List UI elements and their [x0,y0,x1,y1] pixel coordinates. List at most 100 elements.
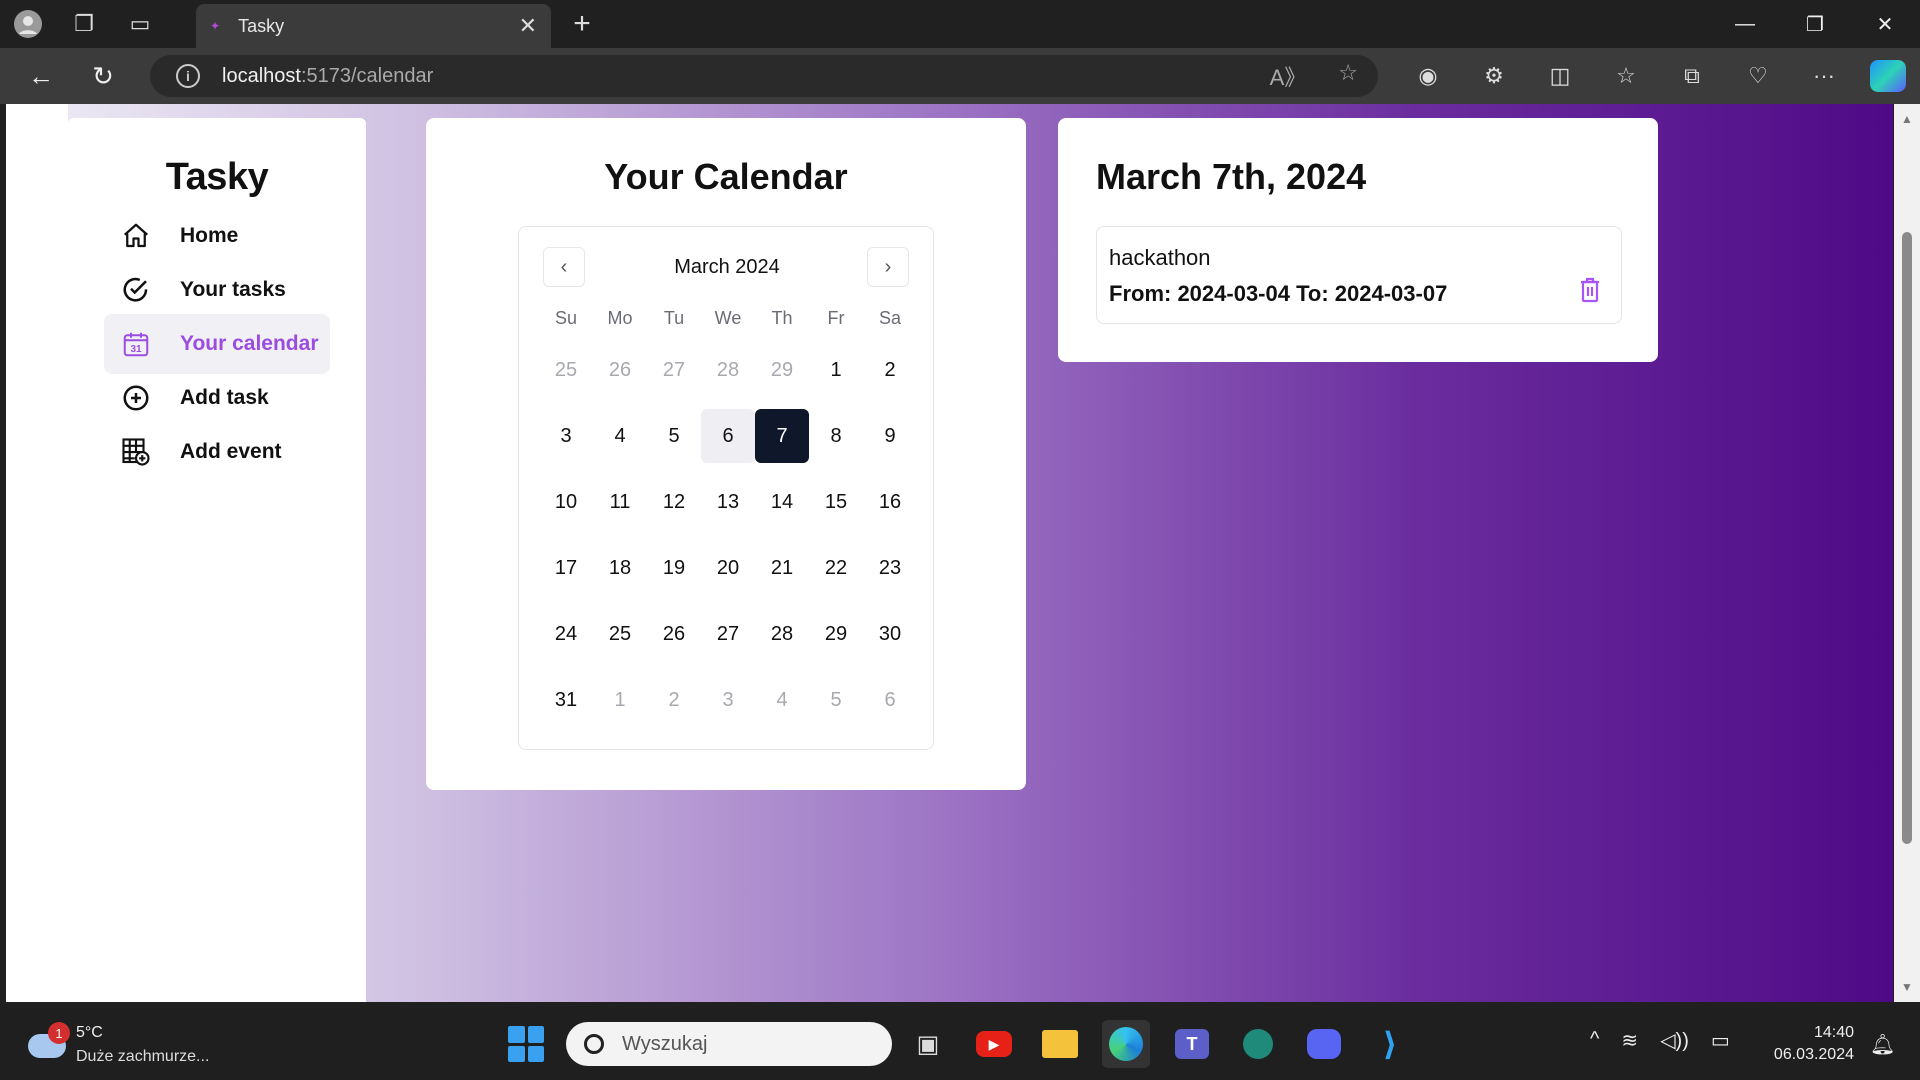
calendar-day[interactable]: 5 [647,409,701,463]
calendar-day[interactable]: 6 [701,409,755,463]
home-icon [120,220,152,252]
calendar-day[interactable]: 13 [701,475,755,529]
restore-icon[interactable]: ❐ [1780,0,1850,48]
battery-icon[interactable]: ▭ [1711,1028,1730,1053]
calendar-day[interactable]: 5 [809,673,863,727]
app-icon[interactable] [1234,1020,1282,1068]
calendar-day[interactable]: 8 [809,409,863,463]
calendar-day[interactable]: 19 [647,541,701,595]
calendar-day[interactable]: 17 [539,541,593,595]
close-tab-icon[interactable]: ✕ [519,13,537,39]
sidebar-item-your-tasks[interactable]: Your tasks [104,260,330,320]
calendar-day[interactable]: 30 [863,607,917,661]
calendar-day[interactable]: 7 [755,409,809,463]
scroll-down-icon[interactable]: ▼ [1900,980,1914,994]
reload-icon[interactable]: ↻ [72,48,134,104]
taskbar-clock[interactable]: 14:40 06.03.2024 [1764,1022,1854,1066]
clock-time: 14:40 [1813,1024,1854,1041]
calendar-day[interactable]: 21 [755,541,809,595]
calendar-day[interactable]: 2 [863,343,917,397]
browser-tab[interactable]: ✦ Tasky ✕ [196,4,551,48]
weather-widget[interactable]: 1 5°C Duże zachmurze... [24,1020,244,1070]
calendar-day[interactable]: 15 [809,475,863,529]
file-explorer-icon[interactable] [1036,1020,1084,1068]
back-icon[interactable]: ← [10,48,72,104]
site-info-icon[interactable]: i [176,64,200,88]
page-scrollbar[interactable]: ▲ ▼ [1894,104,1920,1002]
calendar-day[interactable]: 29 [809,607,863,661]
extension-icon[interactable]: ◉ [1395,63,1461,89]
event-item: hackathon From: 2024-03-04 To: 2024-03-0… [1096,226,1622,324]
youtube-icon[interactable]: ▶ [970,1020,1018,1068]
address-bar[interactable]: i localhost :5173/calendar A》 ☆ [150,55,1378,97]
calendar-day[interactable]: 27 [701,607,755,661]
close-window-icon[interactable]: ✕ [1850,0,1920,48]
task-view-icon[interactable]: ▣ [904,1020,952,1068]
page-left-strip [6,104,68,1002]
calendar-day[interactable]: 23 [863,541,917,595]
calendar-day[interactable]: 4 [755,673,809,727]
scroll-up-icon[interactable]: ▲ [1900,112,1914,126]
wifi-icon[interactable]: ≋ [1621,1028,1638,1053]
profile-icon[interactable] [0,0,56,48]
teams-icon[interactable]: T [1168,1020,1216,1068]
calendar-day[interactable]: 12 [647,475,701,529]
taskbar-search[interactable]: Wyszukaj [566,1022,892,1066]
calendar-day[interactable]: 27 [647,343,701,397]
calendar-day[interactable]: 22 [809,541,863,595]
calendar-day[interactable]: 11 [593,475,647,529]
discord-icon[interactable] [1300,1020,1348,1068]
calendar-day[interactable]: 1 [809,343,863,397]
calendar-day[interactable]: 25 [539,343,593,397]
calendar-day[interactable]: 25 [593,607,647,661]
next-month-button[interactable]: › [867,247,909,287]
calendar-day[interactable]: 16 [863,475,917,529]
calendar-day[interactable]: 26 [593,343,647,397]
calendar-day[interactable]: 20 [701,541,755,595]
calendar-day[interactable]: 1 [593,673,647,727]
calendar-day[interactable]: 14 [755,475,809,529]
volume-icon[interactable]: ◁)) [1660,1028,1689,1053]
start-button[interactable] [508,1026,544,1062]
edge-icon[interactable] [1102,1020,1150,1068]
taskbar-apps: ▣ ▶ T ⟩ [904,1020,1414,1068]
sidebar-item-add-task[interactable]: Add task [104,368,330,428]
read-aloud-icon[interactable]: A》 [1270,60,1307,92]
calendar-day[interactable]: 29 [755,343,809,397]
minimize-icon[interactable]: — [1710,0,1780,48]
favorites-icon[interactable]: ☆ [1593,63,1659,89]
calendar-day[interactable]: 9 [863,409,917,463]
calendar-day[interactable]: 18 [593,541,647,595]
calendar-day[interactable]: 3 [701,673,755,727]
notification-bell-icon[interactable]: 🔔︎ [1870,1032,1895,1057]
collections-icon[interactable]: ⧉ [1659,63,1725,89]
calendar-day[interactable]: 4 [593,409,647,463]
split-screen-icon[interactable]: ◫ [1527,63,1593,89]
workspaces-icon[interactable]: ❐ [56,0,112,48]
trash-icon[interactable] [1579,277,1601,303]
sidebar-item-your-calendar[interactable]: 31 Your calendar [104,314,330,374]
copilot-icon[interactable] [1870,60,1906,92]
calendar-day[interactable]: 26 [647,607,701,661]
calendar-day[interactable]: 3 [539,409,593,463]
calendar-day[interactable]: 28 [755,607,809,661]
performance-icon[interactable]: ♡ [1725,63,1791,89]
sidebar-item-home[interactable]: Home [104,206,330,266]
new-tab-button[interactable]: + [560,4,604,44]
calendar-day[interactable]: 28 [701,343,755,397]
calendar-day[interactable]: 31 [539,673,593,727]
calendar-day[interactable]: 10 [539,475,593,529]
tab-actions-icon[interactable]: ▭ [112,0,168,48]
calendar-day[interactable]: 6 [863,673,917,727]
vscode-icon[interactable]: ⟩ [1366,1020,1414,1068]
more-icon[interactable]: ··· [1791,63,1857,89]
calendar-day[interactable]: 2 [647,673,701,727]
chevron-up-icon[interactable]: ^ [1590,1028,1599,1053]
calendar-day[interactable]: 24 [539,607,593,661]
sidebar-item-add-event[interactable]: Add event [104,422,330,482]
browser-nav-bar: ← ↻ i localhost :5173/calendar A》 ☆ ◉ ⚙ … [0,48,1920,104]
scroll-thumb[interactable] [1902,232,1912,844]
week-row: 25 26 27 28 29 1 2 [539,337,919,403]
extensions-puzzle-icon[interactable]: ⚙ [1461,63,1527,89]
favorite-star-icon[interactable]: ☆ [1338,60,1358,92]
